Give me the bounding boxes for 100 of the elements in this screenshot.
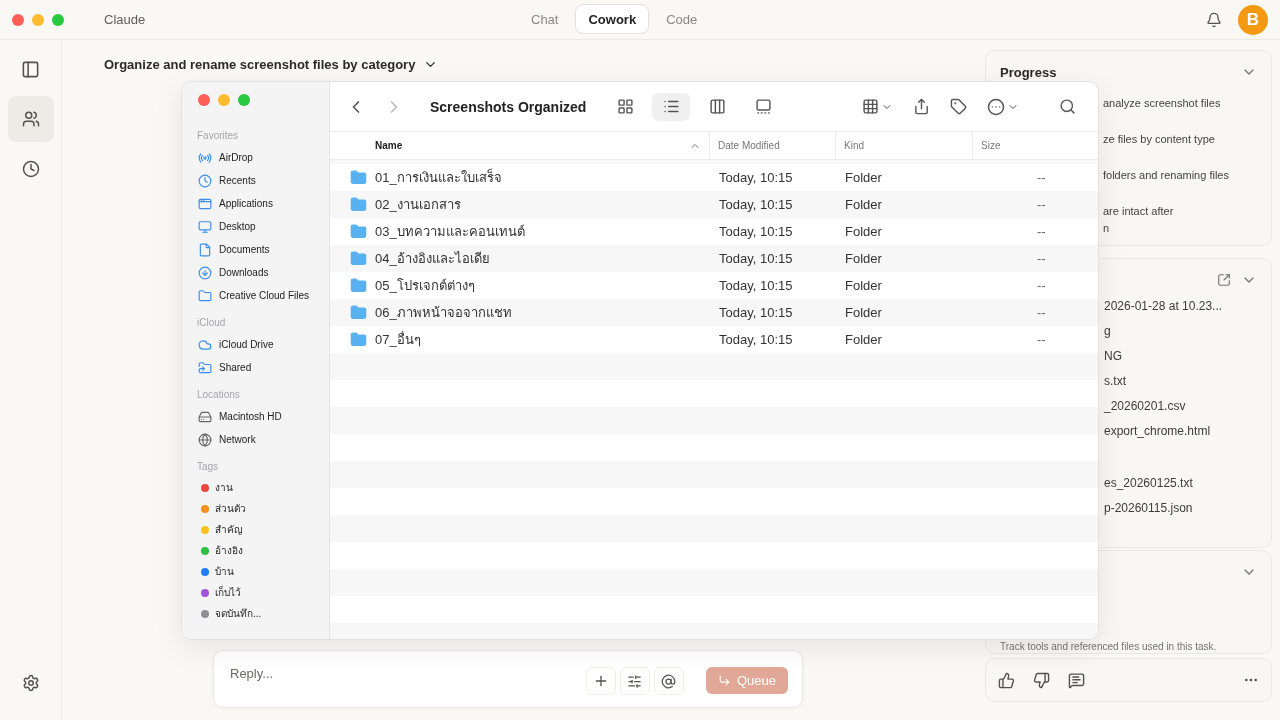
folder-name: 01_การเงินและใบเสร็จ bbox=[375, 167, 502, 187]
date-modified: Today, 10:15 bbox=[718, 224, 794, 239]
folder-row[interactable]: 02_งานเอกสาร Today, 10:15 Folder -- bbox=[330, 191, 1098, 218]
clock-icon bbox=[198, 173, 212, 188]
bell-icon[interactable] bbox=[1206, 11, 1222, 28]
file-name[interactable]: es_20260125.txt bbox=[1104, 476, 1257, 490]
folder-icon bbox=[350, 250, 367, 267]
comment-icon[interactable] bbox=[1068, 671, 1085, 689]
mode-tab[interactable]: Chat bbox=[518, 4, 572, 34]
sidebar-item[interactable]: Downloads bbox=[219, 267, 269, 278]
tag-item[interactable]: สำคัญ bbox=[215, 522, 243, 537]
file-name[interactable]: 2026-01-28 at 10.23... bbox=[1104, 299, 1257, 313]
tag-item[interactable]: จดบันทึก... bbox=[215, 606, 262, 621]
mode-tab[interactable]: Cowork bbox=[575, 4, 650, 34]
open-external-icon[interactable] bbox=[1217, 273, 1231, 287]
search-icon bbox=[1059, 98, 1076, 115]
gallery-icon bbox=[754, 98, 772, 115]
date-modified: Today, 10:15 bbox=[718, 332, 794, 347]
sidebar-heading: Tags bbox=[197, 461, 220, 472]
tag-icon bbox=[950, 98, 967, 115]
sidebar-item[interactable]: Recents bbox=[219, 175, 256, 186]
sidebar-item[interactable]: Documents bbox=[219, 244, 270, 255]
sidebar-item[interactable]: AirDrop bbox=[219, 152, 253, 163]
size: -- bbox=[1036, 197, 1047, 212]
grid-icon bbox=[862, 98, 879, 115]
sliders-icon bbox=[627, 673, 643, 689]
folder-row[interactable]: 01_การเงินและใบเสร็จ Today, 10:15 Folder -- bbox=[330, 164, 1098, 191]
kind: Folder bbox=[844, 251, 883, 266]
folder-icon bbox=[350, 169, 367, 186]
close-button[interactable] bbox=[198, 94, 210, 106]
document-icon bbox=[198, 242, 212, 257]
tag-item[interactable]: เก็บไว้ bbox=[215, 585, 241, 600]
tag-item[interactable]: ส่วนตัว bbox=[215, 501, 246, 516]
share-icon bbox=[913, 98, 930, 115]
folder-icon bbox=[350, 223, 367, 240]
airdrop-icon bbox=[198, 150, 212, 165]
folder-row[interactable]: 05_โปรเจกต์ต่างๆ Today, 10:15 Folder -- bbox=[330, 272, 1098, 299]
column-header[interactable]: Name bbox=[330, 132, 710, 159]
column-header[interactable]: Date Modified bbox=[710, 132, 836, 159]
tag-item[interactable]: งาน bbox=[215, 480, 233, 495]
date-modified: Today, 10:15 bbox=[718, 278, 794, 293]
sidebar-item[interactable]: Desktop bbox=[219, 221, 256, 232]
size: -- bbox=[1036, 278, 1047, 293]
globe-icon bbox=[198, 432, 212, 447]
folder-row[interactable]: 07_อื่นๆ Today, 10:15 Folder -- bbox=[330, 326, 1098, 353]
sidebar-heading: Favorites bbox=[197, 130, 240, 141]
folder-row[interactable]: 06_ภาพหน้าจอจากแชท Today, 10:15 Folder -- bbox=[330, 299, 1098, 326]
folder-name: 05_โปรเจกต์ต่างๆ bbox=[375, 277, 475, 295]
file-name[interactable]: p-20260115.json bbox=[1104, 501, 1257, 515]
sidebar-item[interactable]: Applications bbox=[219, 198, 273, 209]
download-icon bbox=[198, 265, 212, 280]
tag-item[interactable]: บ้าน bbox=[215, 564, 234, 579]
date-modified: Today, 10:15 bbox=[718, 305, 794, 320]
folder-icon bbox=[350, 304, 367, 321]
size: -- bbox=[1036, 170, 1047, 185]
sidebar-item[interactable]: Macintosh HD bbox=[219, 411, 282, 422]
folder-name: 04_อ้างอิงและไอเดีย bbox=[375, 250, 490, 268]
date-modified: Today, 10:15 bbox=[718, 251, 794, 266]
kind: Folder bbox=[844, 278, 883, 293]
settings-button[interactable] bbox=[619, 667, 650, 695]
people-icon bbox=[21, 110, 40, 128]
folder-row[interactable]: 03_บทความและคอนเทนต์ Today, 10:15 Folder -- bbox=[330, 218, 1098, 245]
folder-row[interactable]: 04_อ้างอิงและไอเดีย Today, 10:15 Folder -- bbox=[330, 245, 1098, 272]
folder-icon bbox=[350, 277, 367, 294]
size: -- bbox=[1036, 224, 1047, 239]
add-button[interactable] bbox=[585, 667, 616, 695]
kind: Folder bbox=[844, 224, 883, 239]
sidebar-item[interactable]: Network bbox=[219, 434, 256, 445]
kind: Folder bbox=[844, 170, 883, 185]
file-name[interactable]: s.txt bbox=[1104, 374, 1257, 388]
date-modified: Today, 10:15 bbox=[718, 197, 794, 212]
mention-button[interactable] bbox=[653, 667, 684, 695]
file-name[interactable]: export_chrome.html bbox=[1104, 424, 1257, 438]
sidebar-heading: Locations bbox=[197, 389, 241, 400]
sidebar-item[interactable]: Shared bbox=[219, 362, 252, 373]
file-name[interactable]: NG bbox=[1104, 349, 1257, 363]
thumbs-up-icon[interactable] bbox=[998, 671, 1015, 689]
progress-step: ze files by content type bbox=[1103, 131, 1257, 148]
card-description: Track tools and referenced files used in this task. bbox=[1000, 641, 1218, 652]
thumbs-down-icon[interactable] bbox=[1033, 671, 1050, 689]
size: -- bbox=[1036, 251, 1047, 266]
folder-icon bbox=[350, 196, 367, 213]
sidebar-item[interactable]: iCloud Drive bbox=[219, 339, 274, 350]
size: -- bbox=[1036, 332, 1047, 347]
progress-step: analyze screenshot files bbox=[1103, 95, 1257, 112]
folder-icon bbox=[198, 288, 212, 303]
column-header[interactable]: Size bbox=[973, 132, 1098, 159]
size: -- bbox=[1036, 305, 1047, 320]
folder-name: 06_ภาพหน้าจอจากแชท bbox=[375, 304, 512, 322]
kind: Folder bbox=[844, 197, 883, 212]
tag-item[interactable]: อ้างอิง bbox=[215, 543, 243, 558]
cowork-button[interactable] bbox=[7, 96, 54, 142]
column-header[interactable]: Kind bbox=[836, 132, 973, 159]
shared-folder-icon bbox=[198, 360, 212, 375]
view-mode-button[interactable] bbox=[652, 92, 690, 121]
sidebar-item[interactable]: Creative Cloud Files bbox=[219, 290, 310, 301]
file-name[interactable]: g bbox=[1104, 324, 1257, 338]
file-name[interactable]: _20260201.csv bbox=[1104, 399, 1257, 413]
columns-icon bbox=[708, 98, 726, 115]
close-button[interactable] bbox=[12, 13, 24, 26]
